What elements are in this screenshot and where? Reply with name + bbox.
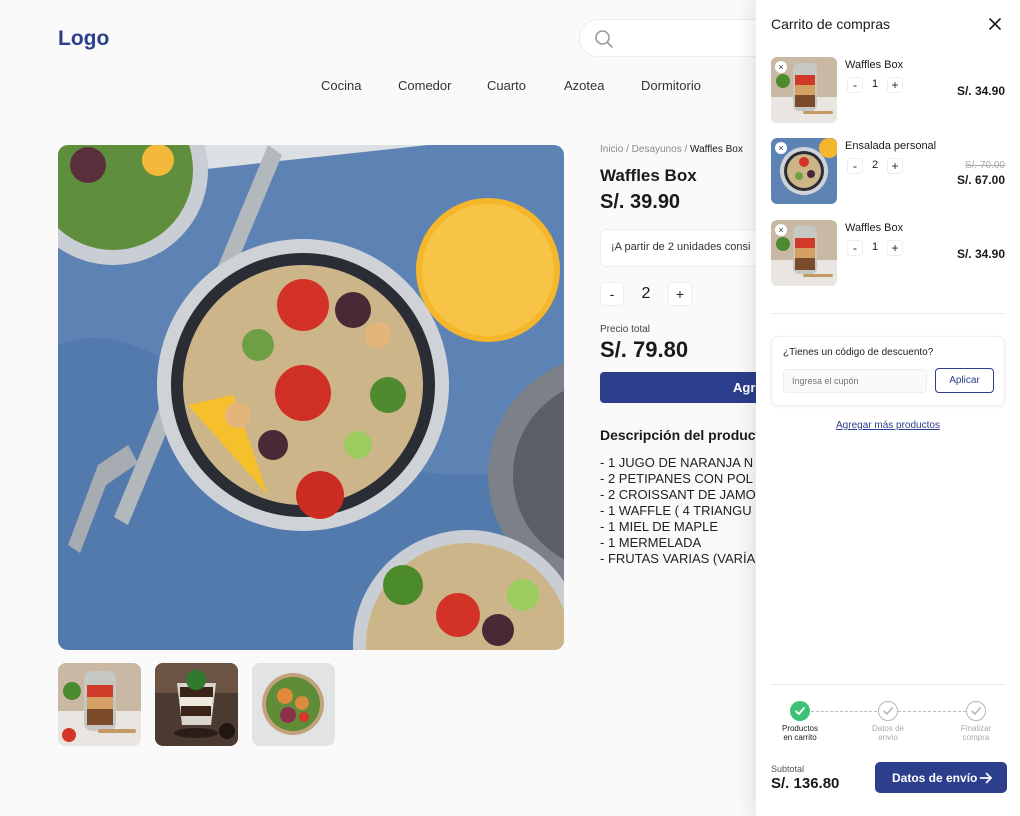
cart-item: × Waffles Box - 1 + S/. 34.90 bbox=[756, 57, 1020, 127]
qty-decrease-button[interactable]: - bbox=[600, 282, 624, 306]
add-more-products-link[interactable]: Agregar más productos bbox=[756, 420, 1020, 431]
cart-item-name: Waffles Box bbox=[845, 222, 904, 234]
subtotal-label: Subtotal bbox=[771, 764, 805, 774]
product-price: S/. 39.90 bbox=[600, 191, 681, 213]
shipping-button-label: Datos de envío bbox=[892, 771, 978, 785]
step-1-indicator bbox=[790, 701, 810, 721]
nav-item-comedor[interactable]: Comedor bbox=[398, 78, 451, 93]
cart-item-old-price: S/. 70.00 bbox=[964, 160, 1005, 171]
step-label-line: compra bbox=[962, 733, 990, 742]
step-2-label: Datos de envío bbox=[853, 724, 923, 742]
step-3-label: Finalizar compra bbox=[941, 724, 1011, 742]
cart-item: × Waffles Box - 1 + S/. 34.90 bbox=[756, 220, 1020, 290]
nav-item-azotea[interactable]: Azotea bbox=[564, 78, 604, 93]
total-price-value: S/. 79.80 bbox=[600, 337, 689, 362]
product-main-image[interactable] bbox=[58, 145, 564, 650]
nav-item-cocina[interactable]: Cocina bbox=[321, 78, 361, 93]
description-list: - 1 JUGO DE NARANJA N - 2 PETIPANES CON … bbox=[600, 455, 756, 567]
step-connector bbox=[898, 711, 966, 712]
cart-item-price: S/. 34.90 bbox=[956, 84, 1005, 98]
arrow-right-icon bbox=[979, 772, 992, 784]
step-label-line: Productos bbox=[781, 724, 819, 733]
search-icon bbox=[595, 30, 613, 48]
shipping-data-button[interactable]: Datos de envío bbox=[875, 762, 1007, 793]
divider bbox=[771, 313, 1005, 314]
cart-item-name: Ensalada personal bbox=[845, 140, 937, 152]
description-title: Descripción del producto bbox=[600, 427, 769, 443]
remove-item-button[interactable]: × bbox=[775, 224, 787, 236]
cart-item-price: S/. 67.00 bbox=[956, 173, 1005, 187]
cart-item-qty: 1 bbox=[871, 78, 879, 90]
step-label-line: en carrito bbox=[783, 733, 817, 742]
description-line: - 1 MERMELADA bbox=[600, 535, 702, 550]
description-line: - 2 PETIPANES CON POL bbox=[600, 471, 753, 486]
description-line: - FRUTAS VARIAS (VARÍA bbox=[600, 551, 756, 566]
cart-item-decrease[interactable]: - bbox=[847, 77, 863, 93]
close-icon[interactable] bbox=[987, 16, 1003, 32]
step-label-line: Datos de bbox=[871, 724, 905, 733]
step-2-indicator bbox=[878, 701, 898, 721]
breadcrumb-current: Waffles Box bbox=[690, 144, 743, 155]
check-icon bbox=[970, 706, 981, 715]
step-3-indicator bbox=[966, 701, 986, 721]
cart-drawer: Carrito de compras × Waffles Box - 1 + S… bbox=[756, 0, 1020, 816]
thumbnail-3[interactable] bbox=[252, 663, 335, 746]
cart-title: Carrito de compras bbox=[771, 16, 891, 32]
total-price-label: Precio total bbox=[600, 324, 651, 335]
qty-value: 2 bbox=[641, 285, 651, 302]
nav-item-dormitorio[interactable]: Dormitorio bbox=[641, 78, 701, 93]
cart-item-qty: 1 bbox=[871, 241, 879, 253]
search-bar[interactable] bbox=[579, 19, 779, 57]
cart-item-qty: 2 bbox=[871, 159, 879, 171]
nav-item-cuarto[interactable]: Cuarto bbox=[487, 78, 526, 93]
breadcrumb: Inicio / Desayunos / Waffles Box bbox=[600, 144, 743, 155]
check-icon bbox=[795, 707, 805, 715]
cart-item-name: Waffles Box bbox=[845, 59, 904, 71]
subtotal-value: S/. 136.80 bbox=[771, 775, 840, 792]
cart-item-increase[interactable]: + bbox=[887, 240, 903, 256]
dessert-glass-photo bbox=[155, 663, 238, 746]
logo[interactable]: Logo bbox=[58, 27, 109, 51]
step-connector bbox=[811, 711, 877, 712]
cart-item-decrease[interactable]: - bbox=[847, 240, 863, 256]
divider bbox=[771, 684, 1005, 685]
jar-salad-photo bbox=[58, 663, 141, 746]
product-title: Waffles Box bbox=[600, 166, 697, 185]
check-icon bbox=[882, 706, 893, 715]
coupon-input[interactable] bbox=[783, 369, 927, 393]
salad-plate-photo bbox=[252, 663, 335, 746]
cart-item-decrease[interactable]: - bbox=[847, 158, 863, 174]
step-label-line: Finalizar bbox=[960, 724, 992, 733]
apply-coupon-button[interactable]: Aplicar bbox=[935, 368, 994, 393]
description-line: - 1 MIEL DE MAPLE bbox=[600, 519, 718, 534]
remove-item-button[interactable]: × bbox=[775, 61, 787, 73]
description-line: - 2 CROISSANT DE JAMO bbox=[600, 487, 756, 502]
cart-item-increase[interactable]: + bbox=[887, 158, 903, 174]
thumbnail-2[interactable] bbox=[155, 663, 238, 746]
salad-bowl-photo bbox=[58, 145, 564, 650]
coupon-box: ¿Tienes un código de descuento? Aplicar bbox=[771, 336, 1005, 406]
step-label-line: envío bbox=[878, 733, 898, 742]
qty-increase-button[interactable]: + bbox=[668, 282, 692, 306]
cart-item-price: S/. 34.90 bbox=[956, 247, 1005, 261]
cart-item: × Ensalada personal - 2 + S/. 70.00 S/. … bbox=[756, 138, 1020, 208]
description-line: - 1 JUGO DE NARANJA N bbox=[600, 455, 754, 470]
description-line: - 1 WAFFLE ( 4 TRIANGU bbox=[600, 503, 752, 518]
breadcrumb-path[interactable]: Inicio / Desayunos / bbox=[600, 144, 690, 155]
remove-item-button[interactable]: × bbox=[775, 142, 787, 154]
step-1-label: Productos en carrito bbox=[765, 724, 835, 742]
cart-item-increase[interactable]: + bbox=[887, 77, 903, 93]
thumbnail-1[interactable] bbox=[58, 663, 141, 746]
coupon-question: ¿Tienes un código de descuento? bbox=[783, 347, 934, 358]
